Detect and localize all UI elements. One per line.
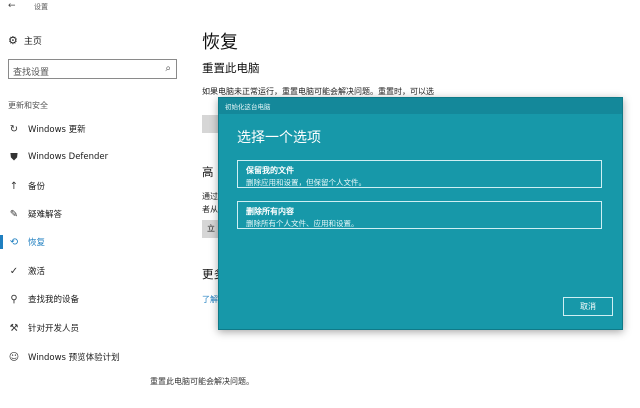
sidebar-item-label: Windows 更新 — [28, 125, 86, 135]
sidebar-item-backup[interactable]: ↑ 备份 — [8, 177, 45, 195]
sidebar-item-for-developers[interactable]: ⚒ 针对开发人员 — [8, 319, 80, 337]
learn-more-link[interactable]: 了解 — [202, 294, 218, 305]
search-box[interactable]: ⌕ — [8, 59, 177, 82]
sidebar-item-windows-insider[interactable]: ☺ Windows 预览体验计划 — [8, 348, 120, 366]
sidebar-item-windows-update[interactable]: ↻ Windows 更新 — [8, 120, 86, 138]
title-bar: ← 设置 — [0, 0, 640, 14]
developer-icon: ⚒ — [9, 322, 19, 334]
sidebar-item-label: 针对开发人员 — [28, 324, 80, 334]
wrench-icon: ✎ — [9, 208, 19, 220]
sidebar-home[interactable]: ⚙ 主页 — [8, 34, 42, 47]
window-title: 设置 — [34, 3, 48, 11]
option-description: 删除应用和设置，但保留个人文件。 — [246, 178, 366, 187]
home-label: 主页 — [23, 37, 42, 47]
gear-icon: ⚙ — [8, 34, 18, 47]
sidebar-item-label: 恢复 — [28, 238, 46, 248]
sidebar-item-label: Windows 预览体验计划 — [28, 353, 120, 363]
search-input[interactable] — [9, 64, 157, 82]
sidebar-item-windows-defender[interactable]: ⛊ Windows Defender — [8, 148, 108, 166]
sidebar-item-troubleshoot[interactable]: ✎ 疑难解答 — [8, 205, 62, 223]
check-circle-icon: ✓ — [9, 265, 19, 277]
reset-description: 如果电脑未正常运行，重置电脑可能会解决问题。重置时，可以选 — [202, 87, 434, 96]
option-title: 保留我的文件 — [246, 166, 294, 175]
sidebar-item-activation[interactable]: ✓ 激活 — [8, 262, 45, 280]
person-location-icon: ⚲ — [10, 293, 18, 305]
sidebar-item-recovery[interactable]: ⟲ 恢复 — [0, 233, 46, 251]
dialog-title-bar: 初始化这台电脑 — [219, 98, 622, 114]
sidebar-item-label: 疑难解答 — [28, 210, 63, 220]
advanced-description-line2: 者从 — [202, 205, 218, 214]
sidebar-item-find-my-device[interactable]: ⚲ 查找我的设备 — [8, 290, 79, 308]
dialog-heading: 选择一个选项 — [237, 130, 321, 146]
option-remove-everything[interactable]: 删除所有内容 删除所有个人文件、应用和设置。 — [237, 201, 602, 229]
sidebar: ⚙ 主页 ⌕ 更新和安全 ↻ Windows 更新 ⛊ Windows Defe… — [0, 14, 190, 408]
search-icon[interactable]: ⌕ — [165, 63, 171, 74]
shield-icon: ⛊ — [10, 151, 18, 163]
back-arrow-icon[interactable]: ← — [8, 1, 16, 11]
reset-dialog: 初始化这台电脑 选择一个选项 保留我的文件 删除应用和设置，但保留个人文件。 删… — [218, 97, 623, 330]
sidebar-item-label: 查找我的设备 — [28, 295, 80, 305]
sidebar-item-label: Windows Defender — [28, 152, 109, 162]
sync-icon: ↻ — [9, 123, 19, 135]
insider-icon: ☺ — [8, 351, 20, 363]
history-icon: ⟲ — [9, 236, 19, 248]
advanced-description-line1: 通过 — [202, 192, 218, 201]
advanced-startup-heading: 高 — [202, 165, 214, 179]
section-heading: 更新和安全 — [8, 101, 48, 110]
option-keep-files[interactable]: 保留我的文件 删除应用和设置，但保留个人文件。 — [237, 160, 602, 188]
backup-arrow-icon: ↑ — [9, 180, 19, 192]
dialog-title: 初始化这台电脑 — [225, 103, 271, 111]
cancel-button[interactable]: 取消 — [563, 297, 613, 316]
bottom-caption: 重置此电脑可能会解决问题。 — [150, 377, 254, 386]
option-description: 删除所有个人文件、应用和设置。 — [246, 219, 359, 228]
option-title: 删除所有内容 — [246, 207, 294, 216]
page-title: 恢复 — [202, 32, 238, 53]
sidebar-item-label: 激活 — [28, 267, 46, 277]
sidebar-item-label: 备份 — [28, 182, 46, 192]
reset-heading: 重置此电脑 — [202, 61, 260, 75]
